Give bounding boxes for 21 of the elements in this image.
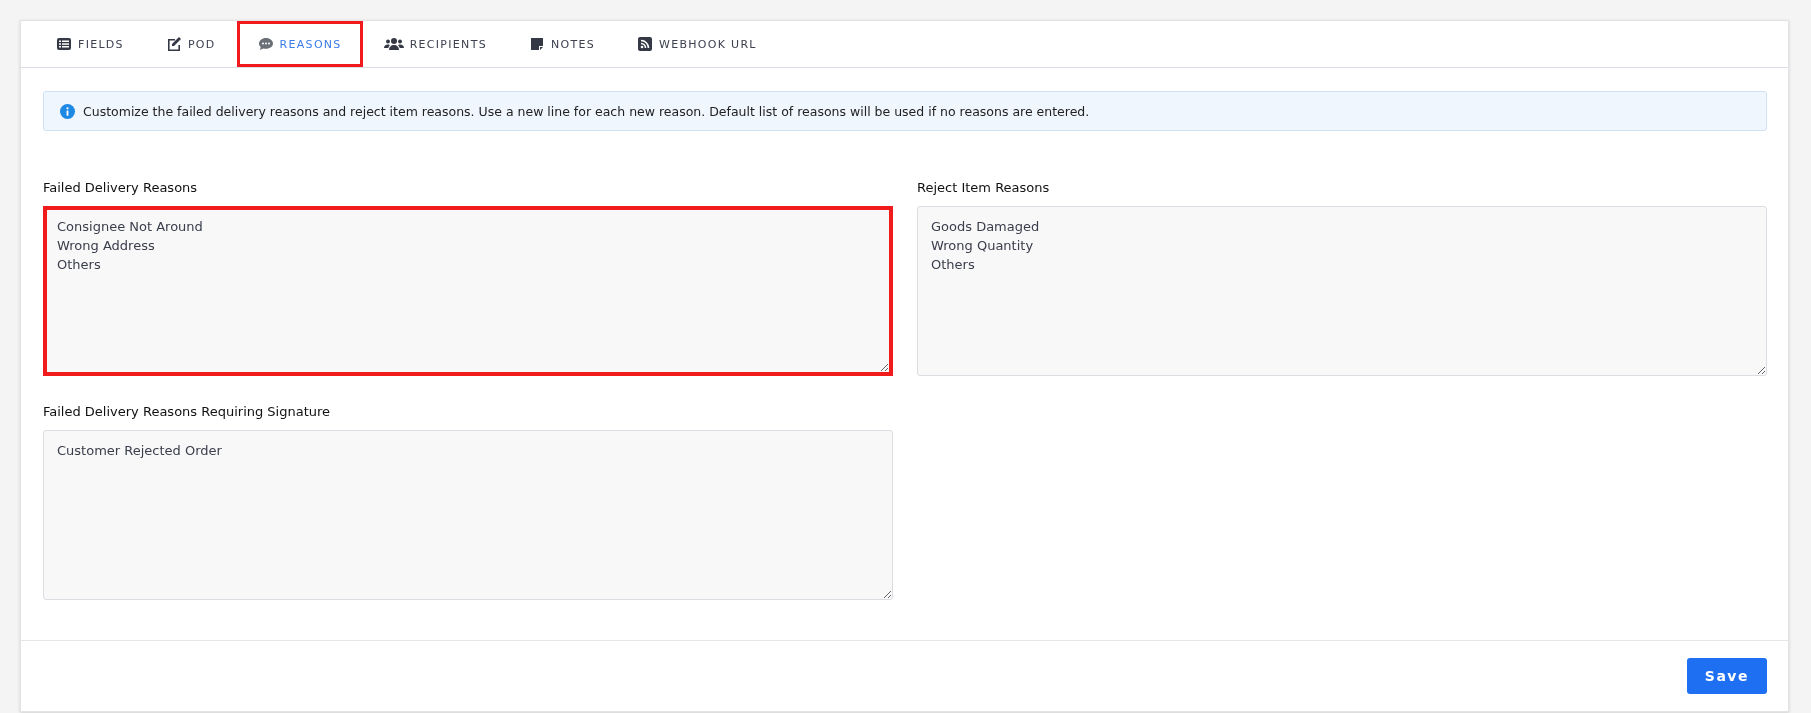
- tab[interactable]: RECIPIENTS: [362, 21, 508, 67]
- tab[interactable]: POD: [144, 21, 237, 67]
- save-button[interactable]: Save: [1686, 658, 1767, 694]
- field-label: Failed Delivery Reasons: [43, 180, 199, 195]
- tab[interactable]: NOTES: [507, 21, 616, 67]
- text-area[interactable]: Goods Damaged Wrong Quantity Others: [917, 206, 1767, 376]
- rss-icon: [637, 36, 653, 52]
- tab[interactable]: FIELDS: [35, 21, 145, 67]
- field-label: Reject Item Reasons: [917, 180, 1051, 195]
- field-label: Failed Delivery Reasons Requiring Signature: [43, 404, 332, 419]
- tab[interactable]: WEBHOOK URL: [616, 21, 778, 67]
- text-area[interactable]: Consignee Not Around Wrong Address Others: [43, 206, 893, 376]
- users-icon: [383, 36, 404, 52]
- info-text: Customize the failed delivery reasons and reject item reasons. Use a new line for each new reason. Default list of reasons will be used if no reasons are entered.: [83, 103, 1090, 119]
- edit-icon: [165, 36, 182, 52]
- speech-bubble-icon: [257, 36, 274, 52]
- text-area[interactable]: Customer Rejected Order: [43, 430, 893, 600]
- list-icon: [56, 36, 72, 52]
- sticky-note-icon: [528, 36, 545, 52]
- tab[interactable]: REASONS: [236, 21, 363, 67]
- info-icon: [60, 103, 75, 119]
